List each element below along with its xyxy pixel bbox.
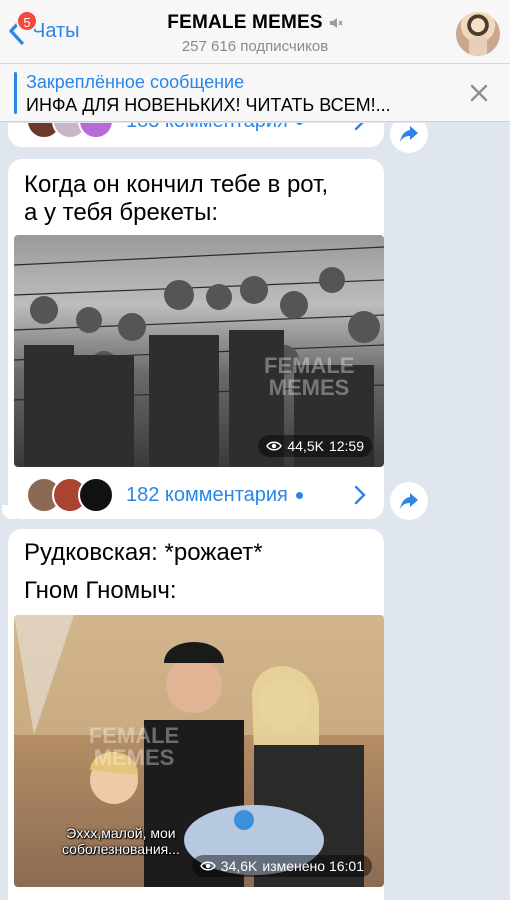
photo-art xyxy=(14,246,384,467)
commenter-avatar xyxy=(78,123,114,139)
share-icon xyxy=(400,493,418,509)
message-photo[interactable]: FEMALE MEMES 44,5K 12:59 xyxy=(14,235,384,467)
unread-badge: 5 xyxy=(16,10,38,32)
photo-watermark: FEMALE MEMES xyxy=(264,353,355,400)
pinned-text: ИНФА ДЛЯ НОВЕНЬКИХ! ЧИТАТЬ ВСЕМ!... xyxy=(26,95,391,115)
message-list[interactable]: 183 комментария Когда он кончил тебе в р… xyxy=(0,123,510,900)
photo-watermark: FEMALE MEMES xyxy=(88,723,180,770)
message-bubble: Когда он кончил тебе в рот, а у тебя бре… xyxy=(8,159,384,519)
chevron-right-icon xyxy=(354,485,366,505)
message-photo[interactable]: FEMALE MEMES Эххх,малой, мои соболезнова… xyxy=(14,615,384,887)
message-meta: 44,5K 12:59 xyxy=(258,435,372,457)
subscriber-count: 257 616 подписчиков xyxy=(181,38,329,55)
comments-row[interactable]: 182 комментария xyxy=(8,471,384,519)
share-icon xyxy=(400,126,418,142)
message-text: Рудковская: *рожает* Гном Гномыч: xyxy=(24,539,263,604)
message-time: 12:59 xyxy=(328,438,364,454)
share-button[interactable] xyxy=(390,123,428,153)
message-meta: 34,6K изменено 16:01 xyxy=(191,855,372,877)
channel-title: FEMALE MEMES xyxy=(167,12,323,33)
bubble-tail xyxy=(2,505,16,519)
share-button[interactable] xyxy=(390,482,428,520)
view-count: 34,6K xyxy=(220,858,258,874)
muted-icon xyxy=(329,18,343,28)
chevron-right-icon xyxy=(354,123,364,131)
photo-caption: Эххх,малой, мои соболезнования... xyxy=(62,825,180,857)
pinned-title: Закреплённое сообщение xyxy=(26,72,245,92)
pinned-indicator xyxy=(14,72,17,114)
view-count: 44,5K xyxy=(287,438,324,454)
pinned-message-bar[interactable]: Закреплённое сообщение ИНФА ДЛЯ НОВЕНЬКИ… xyxy=(0,64,510,122)
comments-row[interactable]: 183 комментария xyxy=(8,123,384,145)
comments-label: 182 комментария xyxy=(126,483,288,506)
eye-icon xyxy=(266,441,283,451)
message-text: Когда он кончил тебе в рот, а у тебя бре… xyxy=(24,171,329,226)
channel-title-area[interactable]: FEMALE MEMES 257 616 подписчиков xyxy=(140,12,370,55)
chat-header: Чаты 5 FEMALE MEMES 257 616 подписчиков xyxy=(0,0,510,64)
comments-label: 183 комментария xyxy=(126,123,288,133)
message-edited-time: изменено 16:01 xyxy=(262,858,364,874)
commenter-avatar xyxy=(78,477,114,513)
channel-avatar[interactable] xyxy=(456,12,500,56)
unread-dot xyxy=(295,491,303,499)
back-label: Чаты xyxy=(32,19,80,42)
close-icon[interactable] xyxy=(468,82,490,104)
unread-dot xyxy=(295,123,303,125)
message-bubble: Рудковская: *рожает* Гном Гномыч: FEMALE… xyxy=(8,529,384,900)
message-bubble: 183 комментария xyxy=(8,123,384,147)
eye-icon xyxy=(199,861,216,871)
